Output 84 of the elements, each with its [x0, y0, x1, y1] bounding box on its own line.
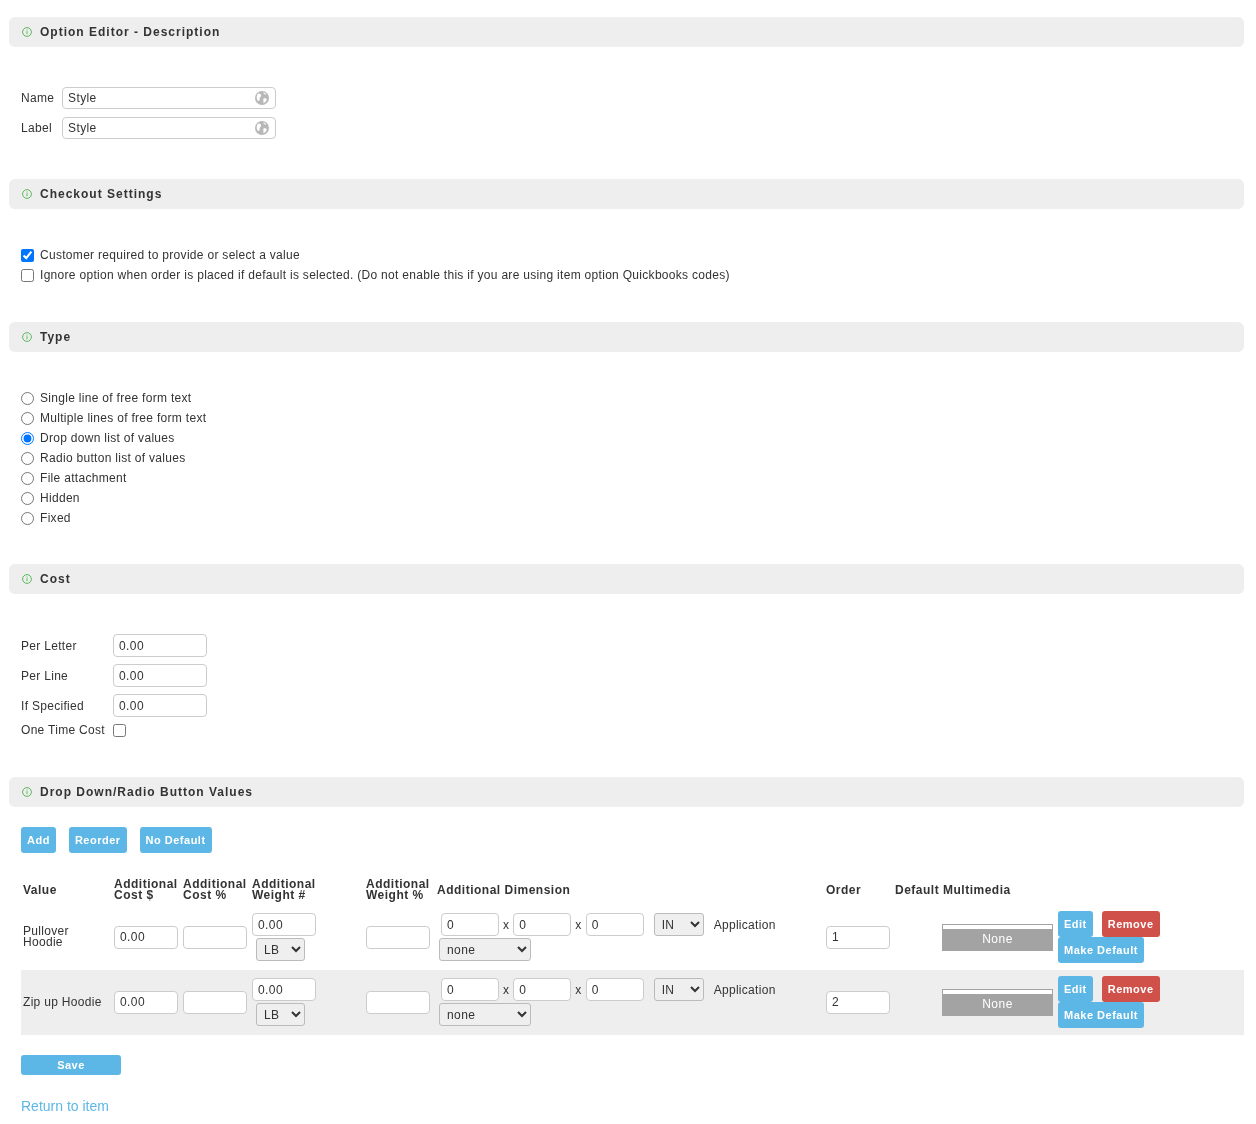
dimension-label: Application	[713, 918, 776, 931]
globe-icon	[255, 121, 269, 135]
radio-label: Single line of free form text	[40, 392, 192, 404]
option-value: Pullover Hoodie	[22, 926, 70, 948]
field-label: Per Letter	[21, 639, 78, 652]
column-header: Value	[22, 884, 58, 896]
info-icon	[22, 27, 32, 37]
column-header: Default Multimedia	[895, 884, 1012, 896]
text-field[interactable]: Style	[62, 87, 276, 109]
weight-percent-field[interactable]	[366, 990, 430, 1014]
dimension-separator: x	[503, 983, 510, 996]
text-field[interactable]: Style	[62, 117, 276, 139]
radio-button[interactable]	[21, 511, 34, 525]
info-icon	[22, 189, 32, 199]
unit-select[interactable]: IN	[653, 913, 704, 936]
column-header: Additional Weight %	[366, 879, 431, 901]
cost-field[interactable]: 0.00	[113, 634, 207, 657]
section-title: Checkout Settings	[40, 188, 163, 200]
remove-button[interactable]: Remove	[1101, 911, 1160, 937]
radio-label: Radio button list of values	[40, 452, 186, 464]
dimension-field[interactable]: 0	[585, 978, 644, 1001]
radio-button[interactable]	[21, 411, 34, 425]
radio-button[interactable]	[21, 451, 34, 465]
radio-button[interactable]	[21, 391, 34, 405]
field-label: Label	[21, 122, 53, 134]
dimension-label: Application	[713, 983, 776, 996]
dimension-field[interactable]: 0	[513, 913, 572, 936]
cost-field[interactable]: 0.00	[113, 694, 207, 717]
dimension-field[interactable]: 0	[585, 913, 644, 936]
field-label: Name	[21, 92, 56, 104]
weight-percent-field[interactable]	[366, 925, 430, 949]
info-icon	[22, 332, 32, 342]
cost-field[interactable]: 0.00	[114, 925, 178, 949]
checkbox-label: Customer required to provide or select a value	[40, 249, 300, 261]
checkbox[interactable]	[113, 723, 126, 737]
section-title: Option Editor - Description	[40, 26, 221, 38]
checkbox[interactable]	[21, 248, 34, 262]
checkbox-label: One Time Cost	[21, 724, 106, 736]
radio-label: Multiple lines of free form text	[40, 412, 207, 424]
dimension-separator: x	[503, 918, 510, 931]
column-header: Order	[826, 884, 863, 896]
dimension-field[interactable]: 0	[441, 913, 499, 936]
column-header: Additional Dimension	[437, 884, 572, 896]
globe-icon	[255, 91, 269, 105]
radio-label: Fixed	[40, 512, 71, 524]
column-header: Additional Cost %	[183, 879, 248, 901]
unit-select[interactable]: LB	[256, 938, 305, 961]
radio-label: Hidden	[40, 492, 80, 504]
radio-button[interactable]	[21, 431, 34, 445]
radio-label: File attachment	[40, 472, 127, 484]
weight-field[interactable]: 0.00	[252, 978, 316, 1001]
multimedia-preview: None	[942, 923, 1053, 951]
cost-percent-field[interactable]	[183, 990, 247, 1014]
dimension-field[interactable]: 0	[513, 978, 572, 1001]
method-select[interactable]: none	[439, 1003, 531, 1026]
weight-field[interactable]: 0.00	[252, 913, 316, 936]
column-header: Additional Cost $	[114, 879, 179, 901]
info-icon	[22, 787, 32, 797]
section-title: Drop Down/Radio Button Values	[40, 786, 253, 798]
checkbox[interactable]	[21, 268, 34, 282]
column-header: Additional Weight #	[252, 879, 317, 901]
dimension-field[interactable]: 0	[441, 978, 499, 1001]
cost-field[interactable]: 0.00	[113, 664, 207, 687]
cost-percent-field[interactable]	[183, 925, 247, 949]
remove-button[interactable]: Remove	[1101, 976, 1160, 1002]
method-select[interactable]: none	[439, 938, 531, 961]
dimension-separator: x	[575, 918, 582, 931]
radio-button[interactable]	[21, 491, 34, 505]
section-title: Type	[40, 331, 72, 343]
checkbox-label: Ignore option when order is placed if default is selected. (Do not enable this if you are using item option Quickbooks codes)	[40, 269, 730, 281]
section-title: Cost	[40, 573, 71, 585]
order-field[interactable]: 1	[826, 925, 890, 949]
field-label: If Specified	[21, 699, 85, 712]
option-value: Zip up Hoodie	[22, 996, 103, 1008]
cost-field[interactable]: 0.00	[114, 990, 178, 1014]
radio-label: Drop down list of values	[40, 432, 175, 444]
radio-button[interactable]	[21, 471, 34, 485]
unit-select[interactable]: LB	[256, 1003, 305, 1026]
field-label: Per Line	[21, 669, 70, 682]
dimension-separator: x	[575, 983, 582, 996]
order-field[interactable]: 2	[826, 990, 890, 1014]
unit-select[interactable]: IN	[653, 978, 704, 1001]
multimedia-preview: None	[942, 988, 1053, 1016]
info-icon	[22, 574, 32, 584]
